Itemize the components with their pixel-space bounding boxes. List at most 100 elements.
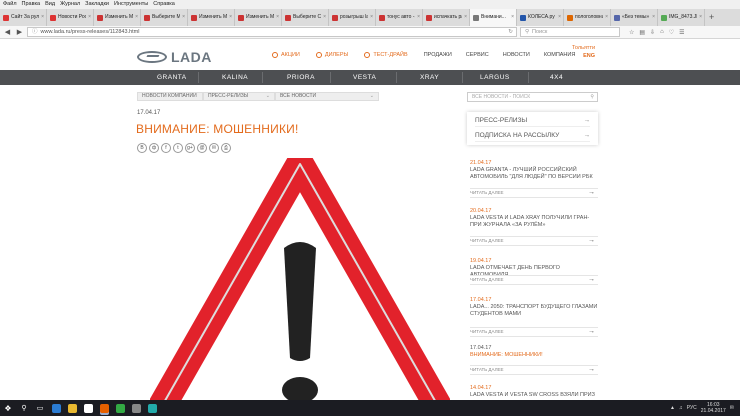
close-icon[interactable]: ×	[605, 9, 608, 26]
taskbar-app-firefox[interactable]	[96, 400, 112, 416]
share-google-plus-icon[interactable]: g+	[185, 143, 195, 153]
read-more-link[interactable]: Читать далее →	[470, 188, 598, 198]
browser-tab[interactable]: Выберите Ма...×	[141, 9, 188, 26]
browser-tab[interactable]: пологоловна...×	[564, 9, 611, 26]
news-item[interactable]: 17.04.17 Внимание: мошенники! Читать далее…	[470, 345, 598, 375]
task-view-icon[interactable]: ▭	[32, 400, 48, 416]
close-icon[interactable]: ×	[41, 9, 44, 26]
menu-item[interactable]: Справка	[153, 0, 175, 9]
news-item[interactable]: 21.04.17 LADA GRANTA - лучший российский …	[470, 160, 598, 198]
browser-tab[interactable]: Изменить Ма...×	[188, 9, 235, 26]
menu-item[interactable]: Закладки	[85, 0, 109, 9]
model-tab-largus[interactable]: LARGUS	[480, 70, 510, 85]
download-icon[interactable]: ⇩	[650, 29, 655, 36]
volume-icon[interactable]: ♫	[679, 405, 683, 411]
news-item[interactable]: 20.04.17 LADA VESTA и LADA XRAY получили …	[470, 208, 598, 246]
filter-company-news[interactable]: Новости компании	[137, 92, 203, 101]
model-tab-priora[interactable]: PRIORA	[287, 70, 315, 85]
input-language[interactable]: РУС	[687, 405, 697, 411]
close-icon[interactable]: ×	[276, 9, 279, 26]
menu-item[interactable]: Вид	[45, 0, 55, 9]
browser-tab[interactable]: Внимани... ×	[470, 9, 517, 26]
news-title[interactable]: LADA GRANTA - лучший российский автомоби…	[470, 167, 598, 181]
sidebar-item-press-releases[interactable]: Пресс-релизы →	[475, 115, 590, 127]
browser-tab[interactable]: испачкать ра...×	[423, 9, 470, 26]
taskbar-app-photo[interactable]	[112, 400, 128, 416]
news-title[interactable]: LADA VESTA и LADA XRAY получили Гран-при…	[470, 215, 598, 229]
close-icon[interactable]: ×	[182, 9, 185, 26]
model-tab-kalina[interactable]: KALINA	[222, 70, 248, 85]
taskbar-app-yandex[interactable]	[80, 400, 96, 416]
close-icon[interactable]: ×	[135, 9, 138, 26]
lang-switch[interactable]: ENG	[572, 52, 595, 60]
taskbar-app-media[interactable]	[128, 400, 144, 416]
dealers-link[interactable]: Дилеры	[315, 52, 348, 58]
notifications-icon[interactable]: ✉	[730, 405, 734, 411]
close-icon[interactable]: ×	[229, 9, 232, 26]
menu-item[interactable]: Правка	[22, 0, 41, 9]
menu-item[interactable]: Журнал	[60, 0, 80, 9]
filter-all-news[interactable]: Все новости ⌄	[275, 92, 379, 101]
browser-tab[interactable]: Изменить Ма...×	[94, 9, 141, 26]
news-title[interactable]: LADA... 2050: транспорт будущего глазами…	[470, 304, 598, 318]
clock[interactable]: 16:03 21.04.2017	[701, 402, 726, 414]
browser-search-input[interactable]: ⚲ Поиск	[520, 27, 620, 37]
browser-tab[interactable]: Выберите Сл...×	[282, 9, 329, 26]
close-icon[interactable]: ×	[464, 9, 467, 26]
menu-item[interactable]: Инструменты	[114, 0, 148, 9]
browser-tab[interactable]: IMG_8473.JPG...×	[658, 9, 705, 26]
back-icon[interactable]: ◀	[3, 28, 12, 36]
sales-link[interactable]: Продажи	[424, 52, 452, 58]
menu-item[interactable]: Файл	[3, 0, 17, 9]
news-search-input[interactable]: Все новости - поиск ⚲	[467, 92, 598, 102]
read-more-link[interactable]: Читать далее →	[470, 365, 598, 375]
taskbar-app-skype[interactable]	[144, 400, 160, 416]
model-tab-xray[interactable]: XRAY	[420, 70, 439, 85]
new-tab-button[interactable]: +	[705, 9, 718, 26]
menu-icon[interactable]: ☰	[679, 29, 684, 36]
reader-icon[interactable]: ▤	[639, 29, 645, 36]
reload-icon[interactable]: ↻	[508, 28, 513, 36]
star-icon[interactable]: ☆	[629, 29, 634, 36]
taskbar-app-explorer[interactable]	[64, 400, 80, 416]
share-mail-icon[interactable]: ✉	[209, 143, 219, 153]
search-icon[interactable]: ⚲	[16, 400, 32, 416]
share-print-icon[interactable]: ⎙	[221, 143, 231, 153]
region-lang[interactable]: Тольятти ENG	[572, 44, 595, 60]
close-icon[interactable]: ×	[652, 9, 655, 26]
browser-tab[interactable]: розыгрыш la...×	[329, 9, 376, 26]
taskbar-app-edge[interactable]	[48, 400, 64, 416]
share-email-icon[interactable]: @	[197, 143, 207, 153]
browser-tab[interactable]: тонус авто -...×	[376, 9, 423, 26]
close-icon[interactable]: ×	[558, 9, 561, 26]
news-item[interactable]: 19.04.17 LADA отмечает день первого автом…	[470, 258, 598, 285]
home-icon[interactable]: ⌂	[660, 29, 664, 36]
news-title[interactable]: LADA VESTA и VESTA SW CROSS взяли приз	[470, 392, 598, 399]
windows-start-icon[interactable]: ❖	[0, 400, 16, 416]
read-more-link[interactable]: Читать далее →	[470, 275, 598, 285]
filter-press-releases[interactable]: Пресс-релизы ⌄	[203, 92, 275, 101]
browser-tab[interactable]: Изменить Ма...×	[235, 9, 282, 26]
read-more-link[interactable]: Читать далее →	[470, 327, 598, 337]
model-tab-vesta[interactable]: VESTA	[353, 70, 376, 85]
close-icon[interactable]: ×	[699, 9, 702, 26]
close-icon[interactable]: ×	[323, 9, 326, 26]
news-link[interactable]: Новости	[503, 52, 530, 58]
network-icon[interactable]: ▲	[670, 405, 675, 411]
read-more-link[interactable]: Читать далее →	[470, 236, 598, 246]
news-item[interactable]: 17.04.17 LADA... 2050: транспорт будущего…	[470, 297, 598, 337]
forward-icon[interactable]: ▶	[15, 28, 24, 36]
close-icon[interactable]: ×	[370, 9, 373, 26]
browser-tab[interactable]: Новости Рос...×	[47, 9, 94, 26]
pocket-icon[interactable]: ♡	[669, 29, 674, 36]
model-tab-4x4[interactable]: 4X4	[550, 70, 563, 85]
search-icon[interactable]: ⚲	[590, 93, 594, 101]
test-drive-link[interactable]: Тест-драйв	[364, 52, 408, 58]
close-icon[interactable]: ×	[417, 9, 420, 26]
model-tab-granta[interactable]: GRANTA	[157, 70, 187, 85]
share-ok-icon[interactable]: ф	[149, 143, 159, 153]
lada-logo[interactable]: LADA	[137, 49, 212, 65]
share-twitter-icon[interactable]: t	[173, 143, 183, 153]
share-vk-icon[interactable]: В	[137, 143, 147, 153]
sidebar-item-subscribe[interactable]: Подписка на рассылку →	[475, 130, 590, 142]
